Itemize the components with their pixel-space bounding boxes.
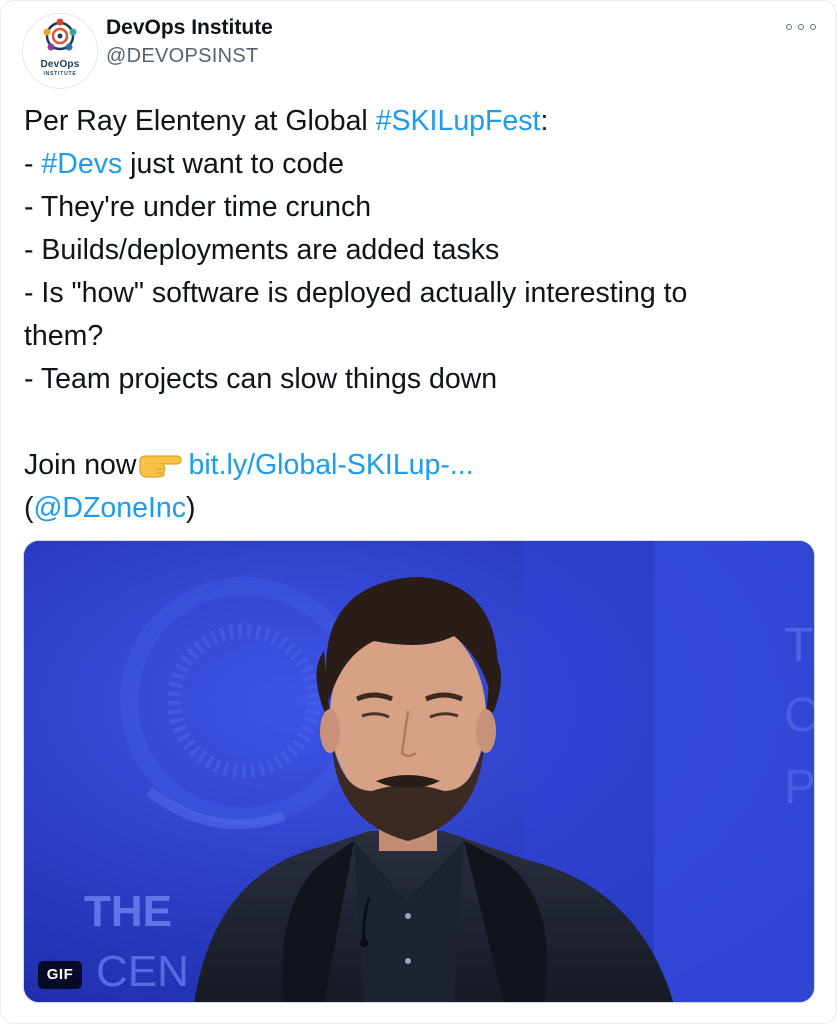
tweet-text-segment: Per Ray Elenteny at Global <box>24 105 376 137</box>
mention-link-dzoneinc[interactable]: @DZoneInc <box>34 492 187 524</box>
tweet-url-link[interactable]: bit.ly/Global-SKILup-... <box>188 449 473 481</box>
tweet-text-segment: just want to code <box>122 148 345 180</box>
more-horizontal-icon <box>810 24 816 30</box>
tweet-line: - Team projects can slow things down <box>24 363 498 395</box>
tweet-line: Join now bit.ly/Global-SKILup-... <box>24 444 814 487</box>
tweet-line: - Builds/deployments are added tasks <box>24 234 500 266</box>
hashtag-link-devs[interactable]: #Devs <box>41 148 122 180</box>
tweet-line: - #Devs just want to code <box>24 143 814 186</box>
avatar-logo-subtext: INSTITUTE <box>43 71 77 77</box>
gif-still-frame: THE CEN T O P <box>24 541 815 1002</box>
svg-text:P: P <box>784 761 815 814</box>
backdrop-text-center: CEN <box>96 947 189 996</box>
tweet-line: them? <box>24 320 104 352</box>
author-name[interactable]: DevOps Institute <box>106 16 273 40</box>
tweet-text-segment: ( <box>24 492 34 524</box>
tweet-card[interactable]: DevOps INSTITUTE DevOps Institute @DEVOP… <box>0 0 837 1024</box>
tweet-text-segment: ) <box>186 492 196 524</box>
tweet-text-segment: - <box>24 148 42 180</box>
tweet-text-segment: : <box>540 105 549 137</box>
more-horizontal-icon <box>786 24 792 30</box>
tweet-line: Per Ray Elenteny at Global #SKILupFest: <box>24 100 814 143</box>
avatar-logo-text: DevOps <box>40 59 80 70</box>
tweet-line: - Is "how" software is deployed actually… <box>24 277 688 309</box>
avatar[interactable]: DevOps INSTITUTE <box>22 13 98 89</box>
svg-text:T: T <box>784 619 813 672</box>
more-options-button[interactable] <box>786 19 816 35</box>
tweet-text-segment: Join now <box>24 449 137 481</box>
hashtag-link-skilupfest[interactable]: #SKILupFest <box>376 105 541 137</box>
more-horizontal-icon <box>798 24 804 30</box>
gif-badge: GIF <box>38 961 82 989</box>
pointing-right-hand-icon <box>138 448 183 491</box>
tweet-line: - They're under time crunch <box>24 191 372 223</box>
author-handle[interactable]: @DEVOPSINST <box>106 45 259 68</box>
backdrop-text-the: THE <box>84 887 172 936</box>
tweet-text: Per Ray Elenteny at Global #SKILupFest: … <box>24 100 814 530</box>
svg-text:O: O <box>784 689 815 742</box>
tweet-line: (@DZoneInc) <box>24 487 814 530</box>
gif-media[interactable]: THE CEN T O P <box>23 540 815 1003</box>
